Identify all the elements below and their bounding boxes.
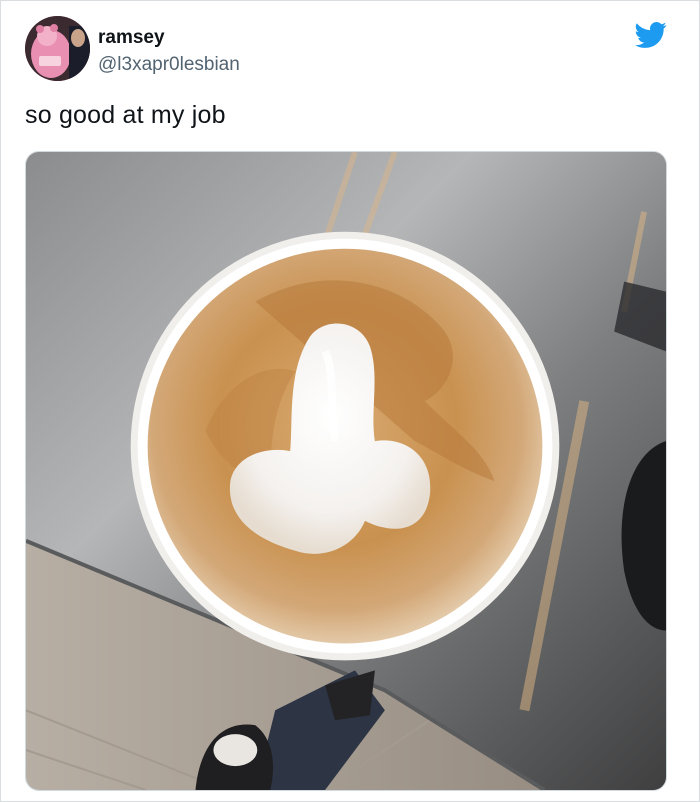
author-handle[interactable]: @l3xapr0lesbian	[98, 54, 240, 76]
avatar-image	[25, 16, 90, 81]
tweet-text: so good at my job	[25, 101, 226, 129]
latte-art-photo	[26, 152, 666, 790]
author-display-name[interactable]: ramsey	[98, 27, 165, 49]
tweet-media-photo[interactable]	[25, 151, 667, 791]
tweet-card: ramsey @l3xapr0lesbian so good at my job	[0, 0, 700, 802]
twitter-bird-icon[interactable]	[635, 19, 667, 51]
avatar[interactable]	[25, 16, 90, 81]
